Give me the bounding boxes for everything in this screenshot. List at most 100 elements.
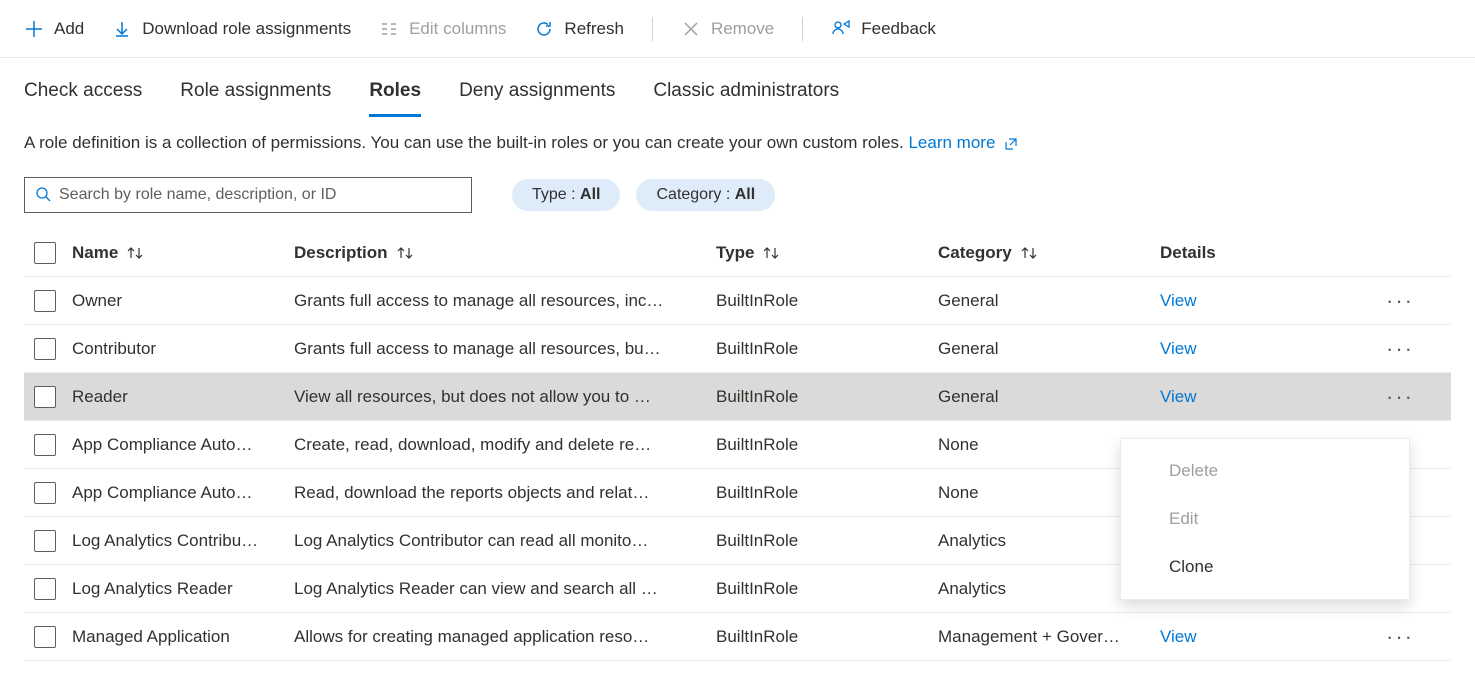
filter-category[interactable]: Category : All: [636, 179, 775, 211]
edit-columns-button[interactable]: Edit columns: [379, 19, 506, 39]
add-button[interactable]: Add: [24, 19, 84, 39]
cell-description: Allows for creating managed application …: [294, 627, 716, 647]
column-category[interactable]: Category: [938, 243, 1160, 263]
cell-name: Owner: [72, 291, 294, 311]
description-line: A role definition is a collection of per…: [0, 117, 1475, 169]
tab-classic-administrators[interactable]: Classic administrators: [653, 80, 839, 117]
learn-more-link[interactable]: Learn more: [908, 133, 1018, 152]
cell-category: General: [938, 339, 1160, 359]
filter-pills: Type : All Category : All: [512, 179, 775, 211]
view-link[interactable]: View: [1160, 387, 1380, 407]
column-name[interactable]: Name: [72, 243, 294, 263]
edit-columns-label: Edit columns: [409, 19, 506, 39]
context-menu: Delete Edit Clone: [1120, 438, 1410, 600]
more-icon[interactable]: ···: [1380, 626, 1420, 648]
sort-icon: [396, 246, 414, 260]
view-link[interactable]: View: [1160, 627, 1380, 647]
refresh-label: Refresh: [564, 19, 624, 39]
more-icon[interactable]: ···: [1380, 290, 1420, 312]
cell-name: Managed Application: [72, 627, 294, 647]
context-clone[interactable]: Clone: [1121, 543, 1409, 591]
download-label: Download role assignments: [142, 19, 351, 39]
table-header-row: Name Description Type Category Details: [24, 229, 1451, 277]
tabs: Check access Role assignments Roles Deny…: [0, 58, 1475, 117]
cell-type: BuiltInRole: [716, 435, 938, 455]
view-link[interactable]: View: [1160, 291, 1380, 311]
feedback-button[interactable]: Feedback: [831, 19, 936, 39]
refresh-icon: [534, 19, 554, 39]
toolbar-separator: [802, 17, 803, 41]
cell-description: Grants full access to manage all resourc…: [294, 291, 716, 311]
cell-category: General: [938, 387, 1160, 407]
row-checkbox[interactable]: [34, 482, 56, 504]
toolbar-separator: [652, 17, 653, 41]
description-text: A role definition is a collection of per…: [24, 133, 908, 152]
cell-description: View all resources, but does not allow y…: [294, 387, 716, 407]
cell-name: Reader: [72, 387, 294, 407]
view-link[interactable]: View: [1160, 339, 1380, 359]
tab-roles[interactable]: Roles: [369, 80, 421, 117]
cell-type: BuiltInRole: [716, 579, 938, 599]
feedback-icon: [831, 19, 851, 39]
filter-type[interactable]: Type : All: [512, 179, 620, 211]
search-box[interactable]: [24, 177, 472, 213]
row-checkbox[interactable]: [34, 626, 56, 648]
context-edit[interactable]: Edit: [1121, 495, 1409, 543]
cell-type: BuiltInRole: [716, 531, 938, 551]
refresh-button[interactable]: Refresh: [534, 19, 624, 39]
table-row[interactable]: Managed ApplicationAllows for creating m…: [24, 613, 1451, 661]
download-icon: [112, 19, 132, 39]
toolbar: Add Download role assignments Edit colum…: [0, 0, 1475, 58]
cell-category: Management + Gover…: [938, 627, 1160, 647]
cell-type: BuiltInRole: [716, 627, 938, 647]
cell-type: BuiltInRole: [716, 291, 938, 311]
remove-icon: [681, 19, 701, 39]
cell-name: App Compliance Auto…: [72, 483, 294, 503]
external-link-icon: [1004, 137, 1018, 151]
column-type[interactable]: Type: [716, 243, 938, 263]
cell-type: BuiltInRole: [716, 483, 938, 503]
cell-description: Log Analytics Contributor can read all m…: [294, 531, 716, 551]
remove-button[interactable]: Remove: [681, 19, 774, 39]
cell-type: BuiltInRole: [716, 339, 938, 359]
column-description[interactable]: Description: [294, 243, 716, 263]
row-checkbox[interactable]: [34, 578, 56, 600]
tab-check-access[interactable]: Check access: [24, 80, 142, 117]
sort-icon: [126, 246, 144, 260]
row-checkbox[interactable]: [34, 338, 56, 360]
tab-role-assignments[interactable]: Role assignments: [180, 80, 331, 117]
table-row[interactable]: OwnerGrants full access to manage all re…: [24, 277, 1451, 325]
search-icon: [35, 186, 51, 205]
row-checkbox[interactable]: [34, 530, 56, 552]
row-checkbox[interactable]: [34, 386, 56, 408]
sort-icon: [1020, 246, 1038, 260]
row-checkbox[interactable]: [34, 434, 56, 456]
filters-row: Type : All Category : All: [0, 169, 1475, 229]
table-row[interactable]: ReaderView all resources, but does not a…: [24, 373, 1451, 421]
cell-description: Read, download the reports objects and r…: [294, 483, 716, 503]
select-all-checkbox[interactable]: [34, 242, 56, 264]
context-delete[interactable]: Delete: [1121, 447, 1409, 495]
cell-name: Contributor: [72, 339, 294, 359]
cell-type: BuiltInRole: [716, 387, 938, 407]
add-label: Add: [54, 19, 84, 39]
cell-name: Log Analytics Contribu…: [72, 531, 294, 551]
cell-description: Create, read, download, modify and delet…: [294, 435, 716, 455]
row-checkbox[interactable]: [34, 290, 56, 312]
sort-icon: [762, 246, 780, 260]
more-icon[interactable]: ···: [1380, 386, 1420, 408]
cell-category: General: [938, 291, 1160, 311]
table-row[interactable]: ContributorGrants full access to manage …: [24, 325, 1451, 373]
cell-description: Grants full access to manage all resourc…: [294, 339, 716, 359]
more-icon[interactable]: ···: [1380, 338, 1420, 360]
plus-icon: [24, 19, 44, 39]
download-button[interactable]: Download role assignments: [112, 19, 351, 39]
feedback-label: Feedback: [861, 19, 936, 39]
cell-name: Log Analytics Reader: [72, 579, 294, 599]
columns-icon: [379, 19, 399, 39]
cell-name: App Compliance Auto…: [72, 435, 294, 455]
tab-deny-assignments[interactable]: Deny assignments: [459, 80, 615, 117]
remove-label: Remove: [711, 19, 774, 39]
search-input[interactable]: [59, 186, 461, 204]
column-details: Details: [1160, 243, 1380, 263]
